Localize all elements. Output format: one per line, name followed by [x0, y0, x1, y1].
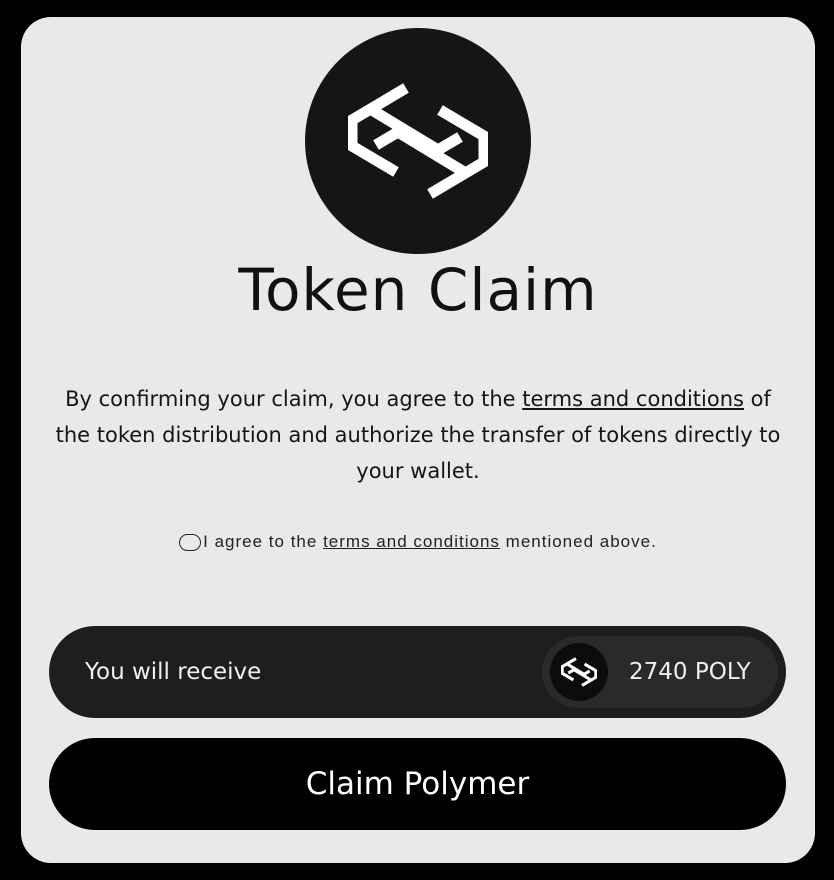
- token-badge: [550, 643, 608, 701]
- claim-card: Token Claim By confirming your claim, yo…: [21, 17, 815, 863]
- polymer-logo: [305, 28, 531, 254]
- polymer-token-icon: [561, 657, 597, 687]
- page-title: Token Claim: [238, 256, 598, 324]
- agreement-prefix: I agree to the: [203, 532, 324, 551]
- description-prefix: By confirming your claim, you agree to t…: [65, 387, 523, 411]
- agreement-row: I agree to the terms and conditions ment…: [21, 529, 815, 555]
- claim-description: By confirming your claim, you agree to t…: [45, 381, 791, 489]
- polymer-logo-icon: [348, 83, 488, 199]
- receive-label: You will receive: [85, 659, 262, 685]
- claim-button[interactable]: Claim Polymer: [49, 738, 786, 830]
- amount-pill: 2740 POLY: [542, 636, 778, 708]
- description-terms-link[interactable]: terms and conditions: [522, 387, 744, 411]
- agree-checkbox[interactable]: [179, 533, 202, 551]
- agreement-terms-link[interactable]: terms and conditions: [323, 532, 500, 552]
- receive-amount: 2740 POLY: [629, 659, 751, 685]
- receive-summary: You will receive 2740 POLY: [49, 626, 786, 718]
- agreement-suffix: mentioned above.: [499, 532, 657, 551]
